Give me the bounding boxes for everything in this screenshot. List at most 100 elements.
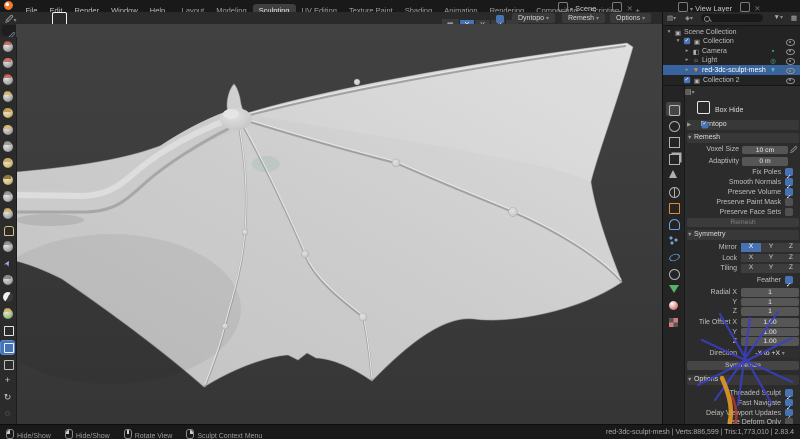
mirror-axis-x[interactable]: X: [741, 243, 762, 252]
tool-clay[interactable]: [1, 73, 14, 86]
tool-rotate[interactable]: ↻: [1, 391, 14, 404]
outliner-filter-mode-icon[interactable]: ◈▾: [685, 14, 693, 22]
mirror-axis-y[interactable]: Y: [761, 243, 782, 252]
remesh-button[interactable]: Remesh: [687, 218, 799, 227]
checkbox-delay-viewport-updates[interactable]: [785, 409, 793, 417]
properties-context-icon[interactable]: ▤▾: [685, 88, 695, 96]
tool-blob[interactable]: [1, 157, 14, 170]
tiling-axis-x[interactable]: X: [741, 264, 762, 273]
new-scene-icon[interactable]: [612, 2, 622, 12]
outliner-row-red-3dc-sculpt-mesh[interactable]: ▸▼red-3dc-sculpt-mesh▼: [663, 65, 800, 75]
lock-axis-x[interactable]: X: [741, 254, 762, 263]
properties-tab-object[interactable]: [666, 200, 681, 214]
properties-tab-constraints[interactable]: [666, 266, 681, 280]
remesh-popover[interactable]: Remesh ▾: [562, 13, 605, 23]
tool-fill[interactable]: [1, 224, 14, 237]
outliner-search-input[interactable]: [701, 14, 763, 22]
tool-mask[interactable]: [1, 291, 14, 304]
properties-tab-render[interactable]: [666, 118, 681, 132]
lock-axis-y[interactable]: Y: [761, 254, 782, 263]
tile-offset-field[interactable]: 1.00: [741, 328, 799, 337]
properties-tab-object-data[interactable]: [666, 282, 681, 296]
expander-icon[interactable]: ▾: [674, 38, 682, 44]
tool-box-face-set[interactable]: [1, 357, 14, 370]
tool-flatten[interactable]: [1, 207, 14, 220]
tool-draw-sharp[interactable]: [1, 57, 14, 70]
visibility-eye-icon[interactable]: [786, 68, 795, 75]
tool-draw-face-sets[interactable]: [1, 307, 14, 320]
outliner-display-mode-icon[interactable]: ▤▾: [667, 14, 676, 22]
outliner-row-collection-2[interactable]: ▣Collection 2: [663, 75, 800, 85]
voxel-size-slider[interactable]: 10 cm: [742, 146, 788, 155]
direction-dropdown[interactable]: -X to +X ▾: [741, 349, 799, 358]
eyedropper-icon[interactable]: 🖉: [790, 146, 797, 157]
lock-axis-z[interactable]: Z: [781, 254, 800, 263]
checkbox-smooth-normals[interactable]: [785, 178, 793, 186]
expander-icon[interactable]: ▸: [683, 48, 691, 54]
panel-header-remesh[interactable]: ▼ Remesh: [687, 133, 799, 143]
panel-header-symmetry[interactable]: ▼ Symmetry: [687, 230, 799, 240]
properties-tab-physics[interactable]: [666, 250, 681, 264]
outliner-options-icon[interactable]: ▦: [791, 14, 797, 22]
dyntopo-popover[interactable]: Dyntopo ▾: [512, 13, 555, 23]
tool-move[interactable]: +: [1, 374, 14, 387]
panel-header-dyntopo[interactable]: ▶ Dyntopo: [687, 120, 799, 130]
properties-tab-scene[interactable]: [666, 168, 681, 182]
properties-tab-particles[interactable]: [666, 233, 681, 247]
tool-scrape[interactable]: [1, 240, 14, 253]
properties-tab-active-tool[interactable]: [666, 102, 681, 116]
feather-checkbox[interactable]: [785, 276, 793, 284]
collection-checkbox[interactable]: [684, 38, 690, 44]
properties-tab-material[interactable]: [666, 299, 681, 313]
expander-icon[interactable]: ▸: [683, 67, 691, 73]
outliner-row-scene-collection[interactable]: ▾▣Scene Collection: [663, 27, 800, 37]
radial-x-field[interactable]: 1: [741, 288, 799, 297]
properties-tab-view-layer[interactable]: [666, 151, 681, 165]
tool-snake-hook[interactable]: ➤: [1, 257, 14, 270]
expander-icon[interactable]: ▸: [683, 57, 691, 63]
checkbox-threaded-sculpt[interactable]: [785, 389, 793, 397]
tiling-axis-z[interactable]: Z: [781, 264, 800, 273]
symmetrize-button[interactable]: Symmetrize: [687, 361, 799, 370]
collection-checkbox[interactable]: [684, 77, 690, 83]
properties-tab-output[interactable]: [666, 135, 681, 149]
tool-crease[interactable]: [1, 174, 14, 187]
visibility-eye-icon[interactable]: [786, 49, 795, 56]
blender-logo-icon[interactable]: [4, 1, 13, 10]
tool-inflate[interactable]: [1, 140, 14, 153]
new-view-layer-icon[interactable]: [740, 2, 750, 12]
panel-header-options[interactable]: ▼ Options: [687, 375, 799, 385]
radial-y-field[interactable]: 1: [741, 298, 799, 307]
tiling-axis-y[interactable]: Y: [761, 264, 782, 273]
options-popover[interactable]: Options ▾: [610, 13, 651, 23]
dyntopo-enable-checkbox[interactable]: [702, 122, 708, 128]
tool-draw[interactable]: [1, 40, 14, 53]
tool-transform[interactable]: ◌: [1, 407, 14, 420]
mirror-axis-z[interactable]: Z: [781, 243, 800, 252]
3d-viewport[interactable]: [16, 24, 662, 424]
checkbox-preserve-face-sets[interactable]: [785, 208, 793, 216]
visibility-eye-icon[interactable]: [786, 58, 795, 65]
filter-funnel-icon[interactable]: ▼▾: [774, 14, 783, 21]
properties-tab-world[interactable]: [666, 184, 681, 198]
tool-smooth[interactable]: [1, 190, 14, 203]
properties-tab-modifiers[interactable]: [666, 217, 681, 231]
scene-selector[interactable]: ▾ Scene ✕: [556, 2, 633, 13]
view-layer-selector[interactable]: ▾ View Layer ✕: [676, 2, 761, 13]
tool-clay-strips[interactable]: [1, 90, 14, 103]
checkbox-preserve-volume[interactable]: [785, 188, 793, 196]
tool-clay-thumb[interactable]: [1, 107, 14, 120]
outliner-row-collection[interactable]: ▾▣Collection: [663, 37, 800, 47]
checkbox-preserve-paint-mask[interactable]: [785, 198, 793, 206]
outliner-row-camera[interactable]: ▸◧Camera▪: [663, 46, 800, 56]
radial-z-field[interactable]: 1: [741, 307, 799, 316]
tool-thumb[interactable]: [1, 274, 14, 287]
checkbox-fix-poles[interactable]: [785, 168, 793, 176]
tool-layer[interactable]: [1, 124, 14, 137]
tile-offset-field[interactable]: 1.00: [741, 337, 799, 346]
outliner-row-light[interactable]: ▸☼Light◎: [663, 56, 800, 66]
adaptivity-slider[interactable]: 0 m: [742, 157, 788, 166]
tool-box-mask[interactable]: [1, 324, 14, 337]
visibility-eye-icon[interactable]: [786, 39, 795, 46]
properties-tab-texture[interactable]: [666, 315, 681, 329]
